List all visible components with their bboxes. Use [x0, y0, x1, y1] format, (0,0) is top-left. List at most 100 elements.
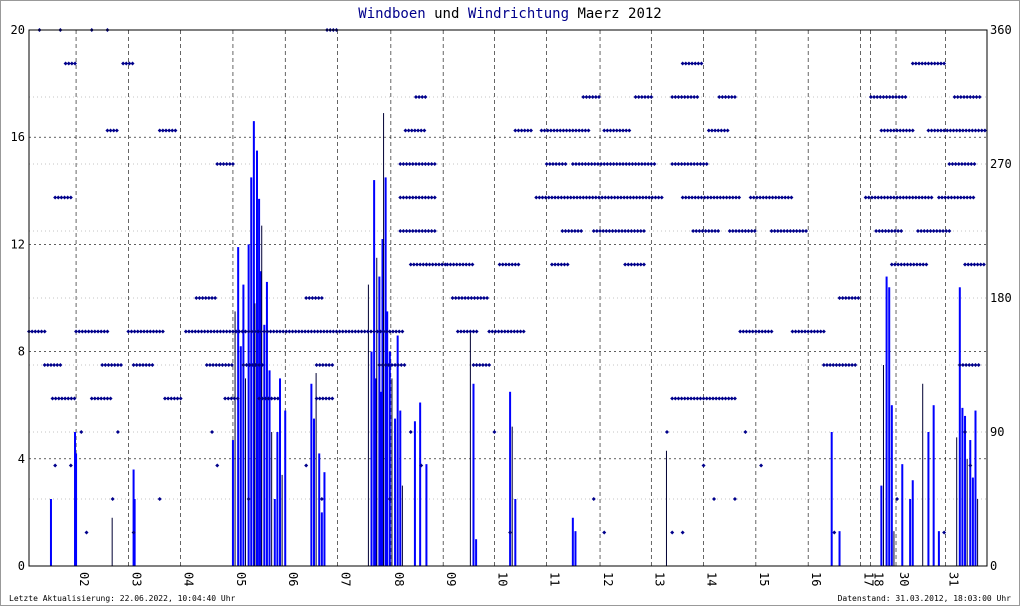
- gust-bar: [509, 391, 512, 566]
- direction-point: [732, 95, 737, 99]
- direction-point: [704, 162, 709, 166]
- gust-bar: [273, 499, 276, 566]
- x-tick-label: 30: [897, 572, 911, 586]
- gust-bar: [413, 421, 416, 566]
- gust-bar: [893, 531, 895, 566]
- direction-point: [79, 430, 84, 434]
- gust-bar: [391, 378, 393, 566]
- gust-bar: [376, 257, 378, 566]
- gust-bar: [571, 517, 574, 566]
- gust-bar: [242, 284, 245, 566]
- gust-bar: [49, 499, 52, 566]
- gust-bar: [882, 365, 884, 566]
- direction-point: [68, 463, 73, 468]
- x-tick-label: 06: [286, 572, 300, 586]
- gust-bar: [370, 351, 373, 566]
- gust-bar: [254, 303, 256, 566]
- x-tick-label: 15: [757, 572, 771, 586]
- gust-bar: [574, 531, 577, 566]
- direction-point: [752, 229, 757, 233]
- direction-point: [929, 195, 934, 200]
- y-left-tick-label: 0: [18, 559, 25, 573]
- direction-point: [563, 162, 568, 166]
- direction-point: [942, 530, 947, 535]
- direction-point: [210, 430, 215, 434]
- data-timestamp-text: Datenstand: 31.03.2012, 18:03:00 Uhr: [837, 594, 1011, 603]
- direction-point: [699, 61, 704, 66]
- direction-point: [942, 61, 947, 66]
- gust-bar: [511, 426, 513, 566]
- direction-point: [42, 329, 47, 334]
- gust-bar: [231, 440, 234, 566]
- gust-bar: [937, 531, 940, 566]
- gust-bar: [401, 485, 403, 566]
- gust-bar: [514, 499, 517, 566]
- chart-container: Windboen und Windrichtung Maerz 2012 048…: [0, 0, 1020, 606]
- direction-point: [432, 195, 437, 200]
- direction-point: [521, 329, 526, 334]
- gust-bar: [977, 499, 979, 566]
- direction-point: [895, 497, 900, 501]
- direction-point: [229, 363, 234, 367]
- gust-bar: [885, 276, 888, 566]
- direction-point: [602, 530, 607, 535]
- y-right-tick-label: 90: [990, 425, 1004, 439]
- direction-point: [659, 195, 664, 200]
- direction-point: [108, 396, 113, 401]
- direction-point: [400, 329, 405, 334]
- y-right-tick-label: 0: [990, 559, 997, 573]
- x-tick-label: 13: [652, 572, 666, 586]
- y-right-tick-label: 180: [990, 291, 1012, 305]
- gust-bar: [271, 432, 273, 566]
- gust-bar: [475, 539, 478, 566]
- gust-bar: [261, 225, 263, 566]
- direction-point: [387, 497, 392, 501]
- direction-point: [110, 497, 115, 501]
- gust-bar: [927, 432, 930, 566]
- x-tick-label: 05: [234, 572, 248, 586]
- direction-point: [976, 363, 981, 367]
- direction-point: [565, 262, 570, 267]
- x-tick-label: 11: [548, 572, 562, 586]
- direction-point: [73, 61, 78, 66]
- direction-point: [68, 195, 73, 200]
- direction-point: [725, 128, 730, 133]
- direction-point: [712, 497, 717, 501]
- y-right-tick-label: 360: [990, 23, 1012, 37]
- direction-point: [58, 363, 63, 367]
- direction-point: [330, 396, 335, 401]
- direction-point: [529, 128, 534, 133]
- direction-point: [516, 262, 521, 267]
- gust-bar: [265, 281, 268, 566]
- gust-bar: [367, 284, 369, 566]
- gust-bar: [966, 458, 968, 566]
- direction-point: [319, 497, 324, 501]
- direction-point: [508, 530, 513, 535]
- gust-bar: [318, 453, 321, 566]
- direction-point: [963, 430, 968, 434]
- gust-bar: [911, 480, 914, 566]
- gust-bar: [838, 531, 841, 566]
- direction-point: [586, 128, 591, 133]
- x-tick-label: 03: [129, 572, 143, 586]
- direction-point: [670, 530, 675, 535]
- y-left-tick-label: 16: [11, 130, 25, 144]
- gust-bar: [310, 383, 313, 566]
- gust-bar: [320, 512, 323, 566]
- gust-bar: [419, 402, 422, 566]
- gust-bar: [901, 464, 904, 566]
- y-left-tick-label: 20: [11, 23, 25, 37]
- direction-point: [977, 95, 982, 99]
- gust-bar: [961, 407, 964, 566]
- direction-point: [804, 229, 809, 233]
- gust-bar: [279, 378, 282, 566]
- direction-point: [173, 128, 178, 133]
- gust-bar: [388, 351, 391, 566]
- gust-bar: [469, 330, 471, 566]
- direction-point: [432, 229, 437, 233]
- x-tick-label: 12: [601, 572, 615, 586]
- direction-point: [732, 497, 737, 501]
- direction-point: [910, 128, 915, 133]
- direction-point: [821, 329, 826, 334]
- gust-bar: [974, 410, 977, 566]
